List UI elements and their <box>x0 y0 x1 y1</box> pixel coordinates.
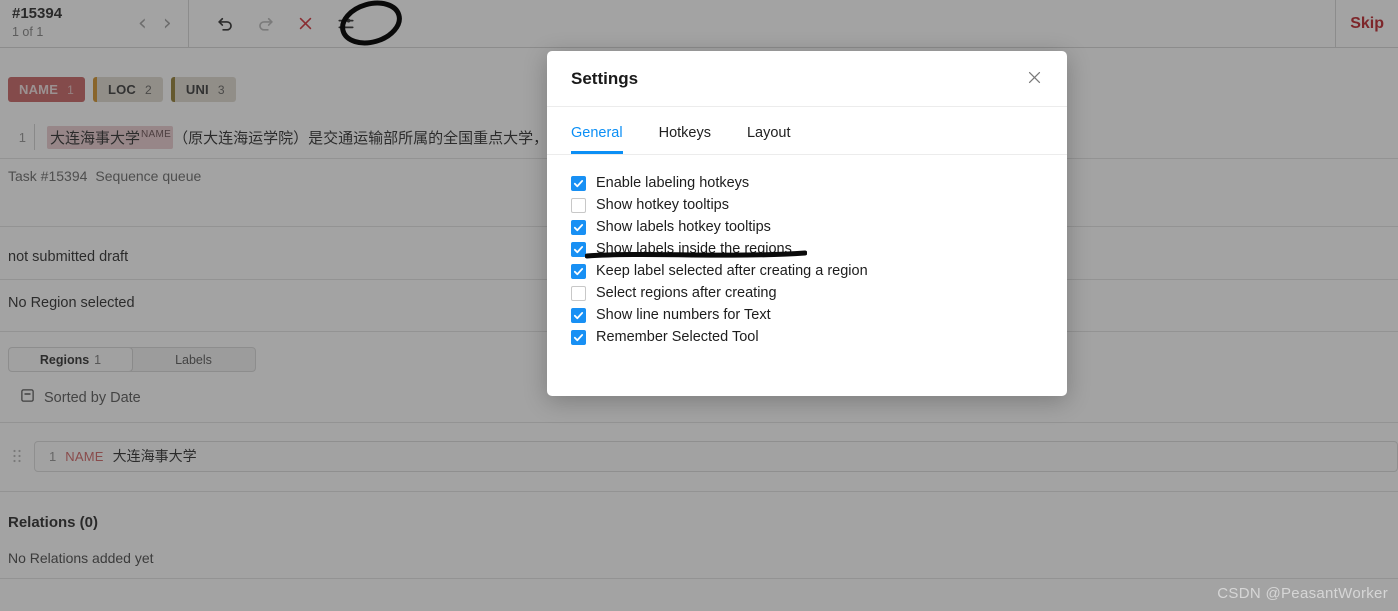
settings-dialog: Settings General Hotkeys Layout Enable l… <box>547 51 1067 396</box>
option-label: Show hotkey tooltips <box>596 197 729 213</box>
page-title: Settings <box>571 68 639 88</box>
tab-hotkeys[interactable]: Hotkeys <box>659 125 711 154</box>
checkbox-checked-icon[interactable] <box>571 241 586 257</box>
option-label: Enable labeling hotkeys <box>596 175 750 191</box>
checkbox-checked-icon[interactable] <box>571 263 586 279</box>
option-show-labels-inside-regions[interactable]: Show labels inside the regions <box>571 238 1043 260</box>
option-select-regions-after-creating[interactable]: Select regions after creating <box>571 282 1043 304</box>
checkbox-unchecked-icon[interactable] <box>571 285 586 301</box>
tab-general[interactable]: General <box>571 125 623 154</box>
settings-dialog-header: Settings <box>547 51 1067 107</box>
checkbox-unchecked-icon[interactable] <box>571 197 586 213</box>
option-label: Remember Selected Tool <box>596 329 759 345</box>
settings-tabs: General Hotkeys Layout <box>547 107 1067 155</box>
watermark: CSDN @PeasantWorker <box>1217 585 1388 602</box>
close-icon[interactable] <box>1026 69 1043 89</box>
option-show-line-numbers[interactable]: Show line numbers for Text <box>571 304 1043 326</box>
option-remember-selected-tool[interactable]: Remember Selected Tool <box>571 326 1043 348</box>
tab-layout[interactable]: Layout <box>747 125 791 154</box>
checkbox-checked-icon[interactable] <box>571 175 586 191</box>
checkbox-checked-icon[interactable] <box>571 307 586 323</box>
option-label: Select regions after creating <box>596 285 777 301</box>
settings-options-list: Enable labeling hotkeys Show hotkey tool… <box>547 155 1067 348</box>
option-label: Keep label selected after creating a reg… <box>596 263 868 279</box>
option-label: Show labels hotkey tooltips <box>596 219 771 235</box>
option-enable-labeling-hotkeys[interactable]: Enable labeling hotkeys <box>571 172 1043 194</box>
option-label: Show labels inside the regions <box>596 241 792 257</box>
option-show-hotkey-tooltips[interactable]: Show hotkey tooltips <box>571 194 1043 216</box>
option-keep-label-selected[interactable]: Keep label selected after creating a reg… <box>571 260 1043 282</box>
checkbox-checked-icon[interactable] <box>571 329 586 345</box>
checkbox-checked-icon[interactable] <box>571 219 586 235</box>
option-show-labels-hotkey-tooltips[interactable]: Show labels hotkey tooltips <box>571 216 1043 238</box>
option-label: Show line numbers for Text <box>596 307 771 323</box>
